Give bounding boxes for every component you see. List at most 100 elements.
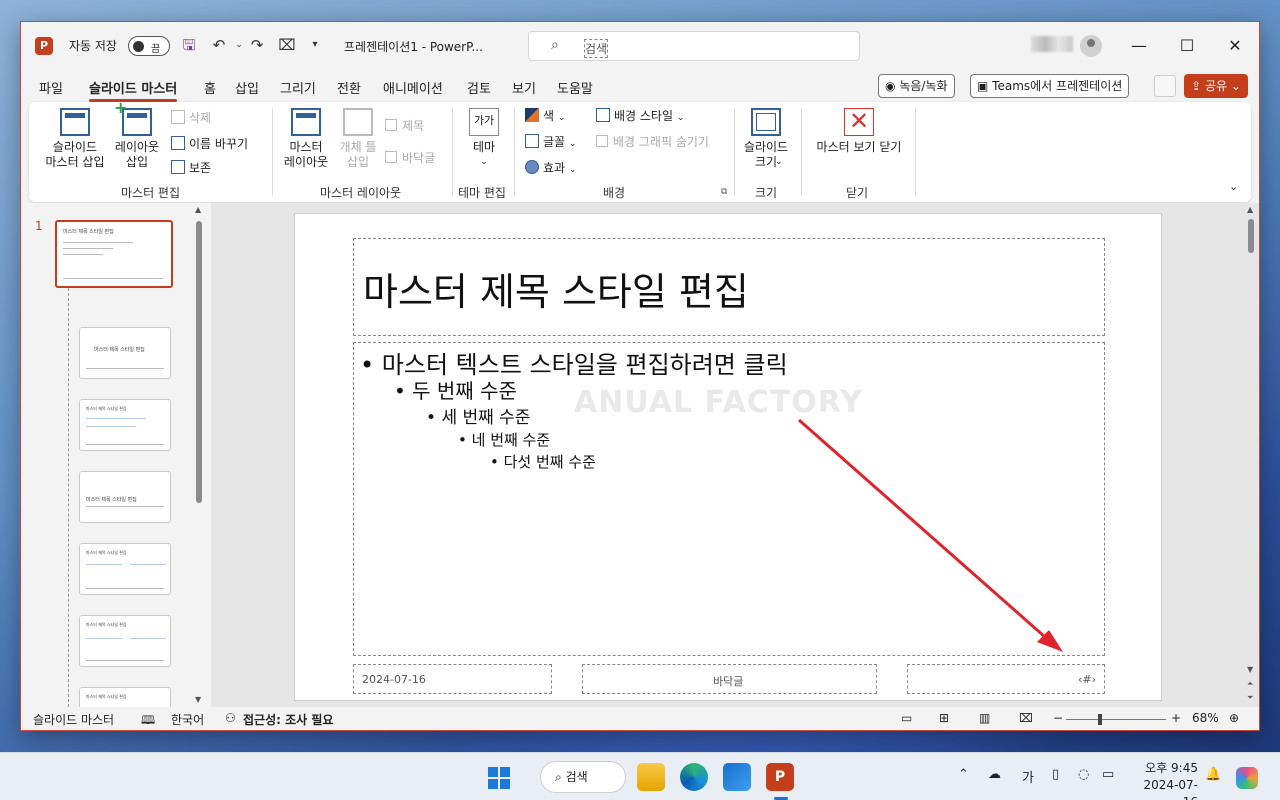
zoom-in-icon[interactable]: + (1171, 711, 1181, 725)
theme-button[interactable]: 가가 테마 ⌄ (462, 108, 506, 170)
slide-canvas[interactable]: 마스터 제목 스타일 편집 ANUAL FACTORY • 마스터 텍스트 스타… (294, 213, 1162, 701)
powerpoint-taskbar-icon[interactable]: P (766, 763, 794, 791)
thumbnail-line (63, 254, 103, 255)
thumbnail-master[interactable]: 마스터 제목 스타일 편집 (55, 220, 173, 288)
clock[interactable]: 오후 9:45 2024-07-16 (1134, 760, 1198, 800)
insert-layout-button[interactable]: + 레이아웃 삽입 (109, 100, 165, 170)
scroll-up-icon[interactable]: ▲ (195, 205, 201, 214)
battery-icon[interactable]: ▭ (1102, 767, 1114, 782)
undo-icon[interactable]: ↶ (209, 35, 229, 55)
view-status: 슬라이드 마스터 (33, 713, 115, 727)
tab-transitions[interactable]: 전환 (337, 78, 361, 97)
ime-indicator[interactable]: 가 (1022, 767, 1034, 786)
redo-icon[interactable]: ↷ (247, 35, 267, 55)
maximize-icon[interactable]: ☐ (1177, 36, 1197, 56)
avatar[interactable] (1080, 35, 1102, 57)
delete-button[interactable]: 삭제 (171, 108, 211, 128)
thumbnail-layout[interactable]: 마스터 제목 스타일 편집 (79, 471, 171, 523)
colors-button[interactable]: 색 ⌄ (525, 106, 565, 126)
comments-icon[interactable] (1154, 75, 1176, 97)
tab-view[interactable]: 보기 (512, 78, 536, 97)
tablet-icon[interactable]: ▯ (1052, 767, 1059, 782)
zoom-out-icon[interactable]: − (1053, 711, 1063, 725)
file-explorer-icon[interactable] (637, 763, 665, 791)
slide-sorter-icon[interactable]: ⊞ (939, 711, 949, 725)
save-icon[interactable]: 🖫 (179, 35, 199, 55)
thumbnail-layout[interactable]: 마스터 제목 스타일 편집 (79, 615, 171, 667)
slideshow-view-icon[interactable]: ⌧ (1019, 711, 1033, 725)
tab-home[interactable]: 홈 (204, 78, 216, 97)
taskbar-search[interactable]: ⌕ 검색 (540, 761, 626, 793)
effects-button[interactable]: 효과 ⌄ (525, 158, 576, 178)
tab-slide-master[interactable]: 슬라이드 마스터 (89, 78, 178, 102)
scroll-down-icon[interactable]: ▼ (1247, 665, 1253, 674)
share-button[interactable]: ⇪ 공유 ⌄ (1184, 74, 1248, 98)
accessibility-icon[interactable]: ⚇ (225, 711, 236, 725)
normal-view-icon[interactable]: ▭ (901, 711, 912, 725)
fonts-chevron-icon: ⌄ (568, 139, 577, 149)
teams-present-button[interactable]: ▣ Teams에서 프레젠테이션 (970, 74, 1130, 98)
hide-background-checkbox[interactable]: 배경 그래픽 숨기기 (596, 132, 709, 152)
book-icon[interactable]: 🕮 (141, 711, 155, 730)
scroll-up-icon[interactable]: ▲ (1247, 205, 1253, 214)
dialog-launcher-icon[interactable]: ⧉ (721, 187, 727, 197)
notification-bell-icon[interactable]: 🔔 (1205, 767, 1221, 782)
tab-review[interactable]: 검토 (467, 78, 491, 97)
thumbnail-layout[interactable]: 마스터 제목 스타일 편집 (79, 399, 171, 451)
close-icon[interactable]: ✕ (1225, 36, 1245, 56)
fonts-button[interactable]: 글꼴 ⌄ (525, 132, 576, 152)
thumbnail-line (86, 660, 164, 661)
windows-start-icon[interactable] (488, 767, 510, 789)
next-slide-icon[interactable]: ⏷ (1247, 693, 1253, 703)
store-icon[interactable] (723, 763, 751, 791)
network-icon[interactable]: ◌ (1078, 767, 1089, 782)
language-status[interactable]: 한국어 (171, 711, 204, 728)
reading-view-icon[interactable]: ▥ (979, 711, 990, 725)
slide-size-button[interactable]: 슬라이드 크기 (741, 108, 791, 170)
rename-label: 이름 바꾸기 (189, 137, 249, 151)
tab-file[interactable]: 파일 (39, 78, 63, 97)
scroll-down-icon[interactable]: ▼ (195, 695, 201, 704)
zoom-slider[interactable] (1066, 714, 1166, 725)
thumbnail-line (86, 638, 122, 639)
present-from-start-icon[interactable]: ⌧ (277, 35, 297, 55)
autosave-toggle[interactable]: 끔 (128, 36, 170, 56)
tab-insert[interactable]: 삽입 (235, 78, 259, 97)
preserve-button[interactable]: 보존 (171, 158, 211, 178)
scroll-thumb[interactable] (1248, 219, 1254, 253)
search-box[interactable]: ⌕ 검색 (528, 31, 860, 61)
insert-slide-master-button[interactable]: 슬라이드 마스터 삽입 (43, 108, 107, 170)
copilot-icon[interactable] (1236, 767, 1258, 789)
title-checkbox[interactable]: 제목 (385, 116, 424, 136)
rename-button[interactable]: 이름 바꾸기 (171, 134, 248, 154)
zoom-level[interactable]: 68% (1192, 711, 1219, 725)
minimize-icon[interactable]: — (1129, 36, 1149, 56)
collapse-ribbon-chevron-icon[interactable]: ⌄ (1229, 180, 1238, 193)
thumbnail-layout[interactable]: 마스터 제목 스타일 편집 (79, 543, 171, 595)
customize-toolbar-icon[interactable]: ▾ (305, 35, 325, 55)
tab-help[interactable]: 도움말 (557, 78, 593, 97)
tab-animations[interactable]: 애니메이션 (383, 78, 443, 97)
accessibility-status[interactable]: 접근성: 조사 필요 (243, 711, 333, 728)
thumbnail-scrollbar[interactable]: ▲ ▼ (193, 203, 205, 707)
footer-checkbox[interactable]: 바닥글 (385, 148, 435, 168)
record-button[interactable]: ◉ 녹음/녹화 (878, 74, 955, 98)
fit-slide-icon[interactable]: ⊕ (1229, 711, 1239, 725)
tab-draw[interactable]: 그리기 (280, 78, 316, 97)
scroll-thumb[interactable] (196, 221, 202, 503)
thumbnail-layout[interactable]: 마스터 제목 스타일 편집 (79, 327, 171, 379)
tray-chevron-icon[interactable]: ⌃ (958, 767, 969, 782)
onedrive-icon[interactable]: ☁ (988, 767, 1001, 782)
colors-icon (525, 108, 539, 122)
previous-slide-icon[interactable]: ⏶ (1247, 679, 1253, 689)
insert-placeholder-button[interactable]: 개체 틀 삽입 (333, 108, 383, 170)
slide-master-icon (60, 108, 90, 136)
slide-scrollbar[interactable]: ▲ ▼ ⏶ ⏷ (1245, 203, 1257, 707)
zoom-slider-thumb[interactable] (1098, 714, 1102, 725)
close-master-view-button[interactable]: ✕ 마스터 보기 닫기 (809, 108, 909, 155)
master-layout-button[interactable]: 마스터 레이아웃 (281, 108, 331, 170)
edge-icon[interactable] (680, 763, 708, 791)
background-styles-button[interactable]: 배경 스타일 ⌄ (596, 106, 684, 126)
undo-dropdown-chevron-icon[interactable]: ⌄ (229, 35, 249, 55)
thumbnail-line (63, 278, 163, 279)
